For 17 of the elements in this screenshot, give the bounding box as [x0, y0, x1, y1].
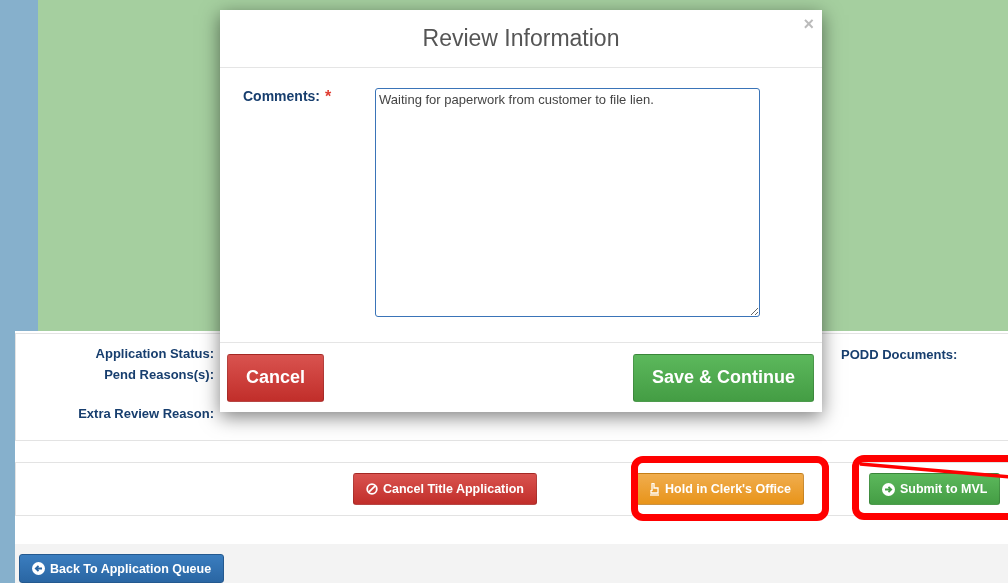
- back-arrow-icon: [32, 562, 45, 575]
- field-label: PODD Documents:: [841, 347, 958, 363]
- arrow-circle-icon: [881, 482, 895, 496]
- action-button[interactable]: Cancel Title Application: [353, 473, 537, 505]
- field-label: Pend Reasons(s):: [104, 367, 214, 382]
- dialog-button[interactable]: Cancel: [227, 353, 325, 402]
- dialog-button[interactable]: Save & Continue: [632, 353, 814, 402]
- action-button[interactable]: Submit to MVL: [868, 473, 1001, 505]
- ban-icon: [366, 483, 378, 495]
- hand-pointer-icon: [649, 482, 660, 496]
- comments-field[interactable]: Waiting for paperwork from customer to file lien.: [375, 88, 760, 317]
- required-mark: *: [325, 88, 333, 107]
- dialog-title: Review Information: [422, 25, 620, 52]
- field-label: Application Status:: [95, 346, 214, 361]
- field-label: Extra Review Reason:: [78, 406, 214, 421]
- back-button[interactable]: Back To Application Queue: [19, 554, 225, 583]
- comments-label: Comments:: [243, 88, 321, 106]
